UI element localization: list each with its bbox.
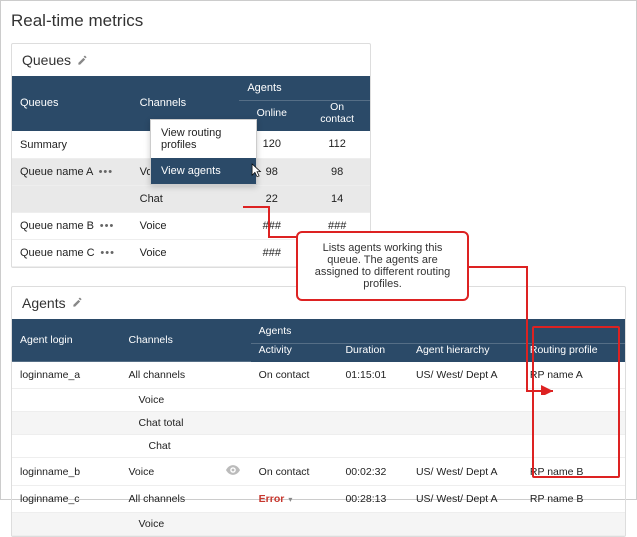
col-activity[interactable]: Activity: [251, 343, 338, 362]
queue-c-online: ###: [239, 239, 304, 266]
queue-a-channel-chat: Chat: [132, 185, 240, 212]
agent-c-voice-row: Voice: [12, 513, 625, 536]
col-oncontact[interactable]: On contact: [304, 101, 370, 132]
col-duration[interactable]: Duration: [337, 343, 408, 362]
agent-c-duration: 00:28:13: [337, 486, 408, 513]
agent-c-voice: Voice: [120, 513, 218, 536]
agent-b-hierarchy: US/ West/ Dept A: [408, 458, 522, 486]
agent-a-chat-row: Chat: [12, 435, 625, 458]
menu-view-routing-profiles[interactable]: View routing profiles: [151, 120, 256, 158]
menu-view-agents[interactable]: View agents: [151, 158, 256, 184]
context-menu: View routing profiles View agents: [150, 119, 257, 185]
queue-b-label: Queue name B: [20, 220, 94, 232]
queue-a-label: Queue name A: [20, 166, 93, 178]
col-agents-group: Agents: [251, 319, 625, 344]
agent-a-chattotal: Chat total: [120, 412, 218, 435]
agent-a-channel: All channels: [120, 362, 218, 389]
agent-a-activity: On contact: [251, 362, 338, 389]
agent-c-hierarchy: US/ West/ Dept A: [408, 486, 522, 513]
eye-icon[interactable]: [226, 465, 240, 475]
queue-a-chat-oncontact: 14: [304, 185, 370, 212]
annotation-callout: Lists agents working this queue. The age…: [296, 231, 469, 301]
agent-b-login: loginname_b: [12, 458, 120, 486]
queue-a-voice-oncontact: 98: [304, 158, 370, 185]
queues-panel-title: Queues: [22, 52, 71, 68]
summary-label: Summary: [12, 131, 132, 158]
queue-c-channel: Voice: [132, 239, 240, 266]
queue-b-channel: Voice: [132, 212, 240, 239]
agent-a-chat: Chat: [120, 435, 218, 458]
col-agent-login[interactable]: Agent login: [12, 319, 120, 362]
summary-oncontact: 112: [304, 131, 370, 158]
queue-row-a-chat: Chat 22 14: [12, 185, 370, 212]
queue-c-label: Queue name C: [20, 247, 95, 259]
pencil-icon[interactable]: [77, 55, 88, 66]
ellipsis-icon[interactable]: •••: [96, 166, 116, 178]
ellipsis-icon[interactable]: •••: [97, 220, 117, 232]
agent-a-login: loginname_a: [12, 362, 120, 389]
page-title: Real-time metrics: [11, 11, 626, 31]
menu-view-agents-label: View agents: [161, 165, 221, 177]
agent-a-chattotal-row: Chat total: [12, 412, 625, 435]
agent-c-channel: All channels: [120, 486, 218, 513]
cursor-icon: [250, 162, 264, 183]
agent-c-rp: RP name B: [522, 486, 625, 513]
agent-b-duration: 00:02:32: [337, 458, 408, 486]
agents-panel-title: Agents: [22, 295, 66, 311]
agent-b-rp: RP name B: [522, 458, 625, 486]
agent-row-b[interactable]: loginname_b Voice On contact 00:02:32 US…: [12, 458, 625, 486]
col-queues[interactable]: Queues: [12, 76, 132, 131]
agent-row-c[interactable]: loginname_c All channels Error▾ 00:28:13…: [12, 486, 625, 513]
col-channels[interactable]: Channels: [120, 319, 250, 362]
pencil-icon[interactable]: [72, 297, 83, 308]
ellipsis-icon[interactable]: •••: [98, 247, 118, 259]
agent-a-duration: 01:15:01: [337, 362, 408, 389]
agent-a-voice: Voice: [120, 389, 218, 412]
agent-b-activity: On contact: [251, 458, 338, 486]
agent-b-channel: Voice: [120, 458, 218, 486]
agent-c-activity: Error: [259, 493, 285, 505]
agent-c-login: loginname_c: [12, 486, 120, 513]
col-agents-group: Agents: [239, 76, 370, 101]
